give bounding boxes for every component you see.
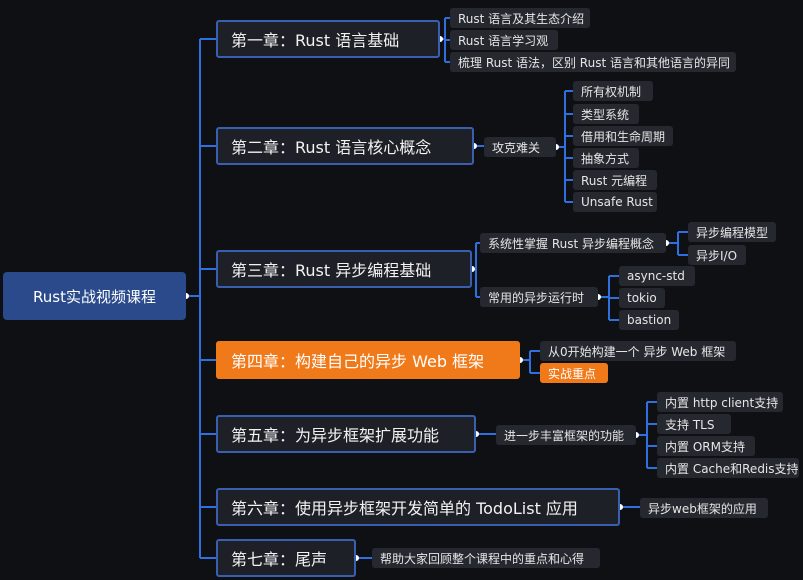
- ch5-item-2: 支持 TLS: [657, 414, 731, 434]
- ch4-item-2-highlight: 实战重点: [540, 363, 608, 383]
- ch2-item-2: 类型系统: [573, 104, 639, 124]
- ch3-concepts-item-1: 异步编程模型: [688, 222, 776, 242]
- ch6-item: 异步web框架的应用: [640, 498, 768, 518]
- ch3-mid-runtimes: 常用的异步运行时: [480, 287, 598, 307]
- chapter-3: 第三章：Rust 异步编程基础: [216, 250, 472, 288]
- ch4-item-1: 从0开始构建一个 异步 Web 框架: [540, 341, 736, 361]
- ch5-item-1: 内置 http client支持: [657, 392, 783, 412]
- ch5-item-4: 内置 Cache和Redis支持: [657, 458, 799, 478]
- ch3-runtime-item-2: tokio: [619, 288, 665, 308]
- root-node: Rust实战视频课程: [3, 272, 186, 320]
- ch1-item-2: Rust 语言学习观: [450, 30, 558, 50]
- chapter-7: 第七章：尾声: [216, 539, 356, 577]
- ch2-item-1: 所有权机制: [573, 81, 653, 101]
- ch5-mid: 进一步丰富框架的功能: [496, 425, 636, 445]
- ch5-item-3: 内置 ORM支持: [657, 436, 755, 456]
- chapter-1: 第一章：Rust 语言基础: [216, 20, 440, 58]
- ch7-item: 帮助大家回顾整个课程中的重点和心得: [372, 548, 600, 568]
- chapter-2: 第二章：Rust 语言核心概念: [216, 127, 474, 165]
- ch2-item-5: Rust 元编程: [573, 170, 657, 190]
- ch2-mid: 攻克难关: [484, 137, 556, 157]
- chapter-4: 第四章：构建自己的异步 Web 框架: [216, 341, 520, 379]
- chapter-5: 第五章：为异步框架扩展功能: [216, 415, 476, 453]
- ch3-runtime-item-3: bastion: [619, 310, 679, 330]
- ch2-item-6: Unsafe Rust: [573, 192, 657, 212]
- mind-map: Rust实战视频课程 第一章：Rust 语言基础 第二章：Rust 语言核心概念…: [0, 0, 803, 580]
- chapter-6: 第六章：使用异步框架开发简单的 TodoList 应用: [216, 488, 620, 526]
- ch3-mid-concepts: 系统性掌握 Rust 异步编程概念: [480, 233, 666, 253]
- ch2-item-3: 借用和生命周期: [573, 126, 673, 146]
- ch2-item-4: 抽象方式: [573, 148, 639, 168]
- ch1-item-1: Rust 语言及其生态介绍: [450, 8, 590, 28]
- ch3-concepts-item-2: 异步I/O: [688, 245, 746, 265]
- ch3-runtime-item-1: async-std: [619, 266, 695, 286]
- ch1-item-3: 梳理 Rust 语法，区别 Rust 语言和其他语言的异同: [450, 52, 736, 72]
